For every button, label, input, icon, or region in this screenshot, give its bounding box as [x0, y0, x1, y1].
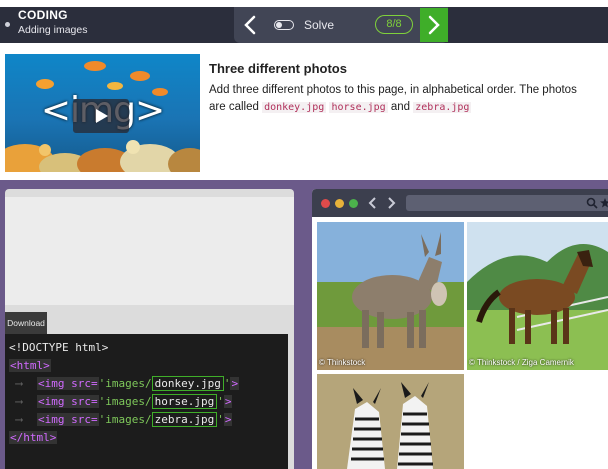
html-close-tag: </html> [9, 431, 58, 444]
filename-donkey: donkey.jpg [262, 102, 327, 113]
lesson-video-thumbnail[interactable]: <img> [5, 54, 200, 172]
top-bar: CODING Adding images Solve 8/8 [0, 7, 608, 43]
filename-zebra: zebra.jpg [413, 102, 472, 113]
img-prefix: <img src= [37, 395, 99, 408]
browser-back-icon[interactable] [368, 197, 378, 209]
horse-photo: © Thinkstock / Ziga Camernik [467, 222, 608, 370]
star-icon[interactable] [600, 197, 608, 209]
browser-chrome [312, 189, 608, 217]
photo-credit: © Thinkstock [319, 358, 366, 367]
instructions-text: Add three different photos to this page,… [209, 82, 579, 116]
img-path: 'images/ [98, 377, 152, 390]
lesson-title: Adding images [18, 24, 88, 36]
chevron-right-icon [428, 15, 440, 35]
img-filename: zebra.jpg [151, 412, 218, 427]
editor-toolbar-area [5, 197, 294, 305]
img-filename: horse.jpg [151, 394, 218, 409]
img-quote-close: ' [217, 395, 224, 408]
browser-forward-icon[interactable] [386, 197, 396, 209]
code-html-open: <html> [9, 358, 51, 373]
img-filename: donkey.jpg [151, 376, 224, 391]
code-img-line-1: ⟶ <img src='images/donkey.jpg '> [9, 376, 240, 391]
and-word: and [390, 101, 411, 113]
zebra-photo [317, 374, 464, 469]
img-quote-close: ' [217, 413, 224, 426]
code-img-line-3: ⟶ <img src='images/zebra.jpg '> [9, 412, 233, 427]
img-tag-end: > [223, 395, 233, 408]
indent-arrow-icon: ⟶ [9, 395, 23, 408]
code-doctype: <!DOCTYPE html> [9, 341, 109, 354]
indent-arrow-icon: ⟶ [9, 377, 23, 390]
img-path: 'images/ [98, 413, 152, 426]
code-editor[interactable]: <!DOCTYPE html> <html> ⟶ <img src='images… [5, 334, 288, 469]
zebra-illustration [317, 374, 464, 469]
maximize-dot-icon [349, 199, 358, 208]
toggle-knob [276, 21, 282, 28]
indent-arrow-icon: ⟶ [9, 413, 23, 426]
search-icon[interactable] [586, 197, 598, 209]
back-button[interactable] [238, 13, 262, 37]
chevron-left-icon [244, 15, 256, 35]
code-html-close: </html> [9, 430, 58, 445]
donkey-illustration [317, 232, 464, 370]
browser-preview: © Thinkstock © Thinkstock / Ziga Camerni… [312, 189, 608, 469]
lesson-nav [234, 7, 448, 43]
minimize-dot-icon [335, 199, 344, 208]
img-prefix: <img src= [37, 413, 99, 426]
solve-label: Solve [304, 18, 335, 32]
solve-toggle[interactable] [274, 20, 294, 30]
img-tag-end: > [230, 377, 240, 390]
img-tag-end: > [223, 413, 233, 426]
play-icon [96, 109, 108, 123]
progress-badge: 8/8 [375, 15, 413, 34]
address-bar[interactable] [406, 195, 608, 211]
course-title: CODING [18, 8, 68, 22]
code-img-line-2: ⟶ <img src='images/horse.jpg '> [9, 394, 233, 409]
next-button[interactable] [420, 8, 448, 42]
img-prefix: <img src= [37, 377, 99, 390]
photo-credit: © Thinkstock / Ziga Camernik [469, 358, 574, 367]
menu-dot-icon[interactable] [5, 22, 10, 27]
img-path: 'images/ [98, 395, 152, 408]
close-dot-icon [321, 199, 330, 208]
instructions-title: Three different photos [209, 61, 347, 76]
download-button[interactable]: Download [5, 312, 47, 334]
html-open-tag: <html> [9, 359, 51, 372]
filename-horse: horse.jpg [329, 102, 388, 113]
horse-illustration [467, 244, 608, 370]
donkey-photo: © Thinkstock [317, 222, 464, 370]
